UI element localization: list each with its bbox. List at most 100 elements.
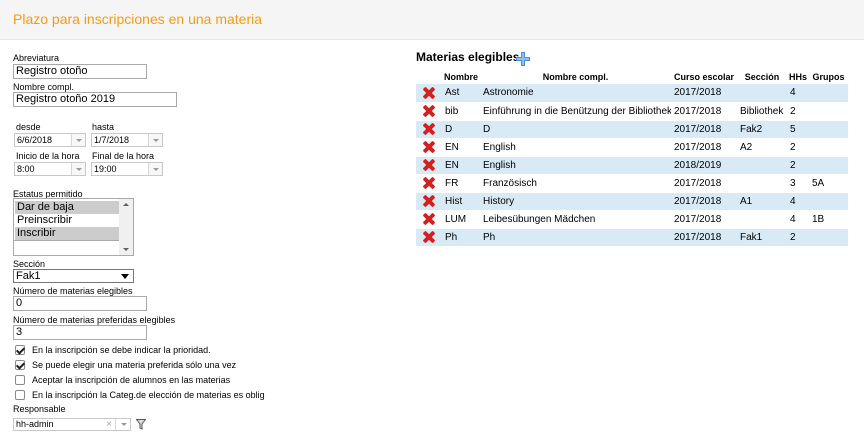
cell-nombre: Ast xyxy=(442,84,480,103)
chevron-down-icon[interactable] xyxy=(148,134,162,146)
filter-icon[interactable] xyxy=(136,419,146,430)
delete-cell[interactable] xyxy=(416,102,442,121)
abreviatura-label: Abreviatura xyxy=(13,53,60,63)
estatus-option-inscribir[interactable]: Inscribir xyxy=(15,227,119,240)
listbox-scrollbar[interactable] xyxy=(119,199,133,255)
column-header-hhs[interactable]: HHs xyxy=(787,70,809,84)
cell-grupos: 5A xyxy=(809,174,848,193)
delete-x-icon[interactable] xyxy=(423,141,435,153)
cell-hhs: 4 xyxy=(787,210,809,229)
cell-hhs: 2 xyxy=(787,156,809,175)
delete-cell[interactable] xyxy=(416,156,442,175)
table-row[interactable]: D D 2017/2018 Fak2 5 xyxy=(416,120,848,139)
estatus-option-preinscribir[interactable]: Preinscribir xyxy=(15,214,119,227)
column-header-nombre[interactable]: Nombre xyxy=(442,70,480,84)
final-label: Final de la hora xyxy=(92,151,155,161)
chevron-down-icon[interactable] xyxy=(71,163,85,175)
estatus-listbox[interactable]: Dar de baja Preinscribir Inscribir xyxy=(13,198,134,256)
table-row[interactable]: Ast Astronomie 2017/2018 4 xyxy=(416,84,848,103)
plus-icon[interactable] xyxy=(516,52,530,66)
delete-cell[interactable] xyxy=(416,84,442,103)
chevron-down-icon[interactable] xyxy=(121,423,127,426)
delete-x-icon[interactable] xyxy=(423,87,435,99)
num-preferidas-input[interactable]: 3 xyxy=(13,325,147,340)
header-bar: Plazo para inscripciones en una materia xyxy=(0,0,864,40)
delete-x-icon[interactable] xyxy=(423,195,435,207)
scroll-up-icon[interactable] xyxy=(123,203,129,206)
delete-x-icon[interactable] xyxy=(423,231,435,243)
chevron-down-icon[interactable] xyxy=(71,134,85,146)
final-time-picker[interactable]: 19:00 xyxy=(91,162,163,176)
num-preferidas-label: Número de materias preferidas elegibles xyxy=(13,315,176,325)
cell-curso: 2017/2018 xyxy=(671,192,737,211)
seccion-label: Sección xyxy=(13,259,46,269)
cell-hhs: 4 xyxy=(787,84,809,103)
desde-label: desde xyxy=(16,122,41,132)
delete-x-icon[interactable] xyxy=(423,177,435,189)
cell-nombre-compl: English xyxy=(480,156,671,175)
table-row[interactable]: EN English 2018/2019 2 xyxy=(416,156,848,175)
inicio-time-picker[interactable]: 8:00 xyxy=(14,162,86,176)
cell-nombre-compl: Französisch xyxy=(480,174,671,193)
cell-grupos xyxy=(809,102,848,121)
table-row[interactable]: Ph Ph 2017/2018 Fak1 2 xyxy=(416,228,848,247)
delete-cell[interactable] xyxy=(416,138,442,157)
cell-nombre-compl: History xyxy=(480,192,671,211)
delete-x-icon[interactable] xyxy=(423,213,435,225)
estatus-option-dar-de-baja[interactable]: Dar de baja xyxy=(15,201,119,214)
table-row[interactable]: LUM Leibesübungen Mädchen 2017/2018 4 1B xyxy=(416,210,848,229)
cell-curso: 2017/2018 xyxy=(671,102,737,121)
scroll-down-icon[interactable] xyxy=(123,248,129,251)
inicio-label: Inicio de la hora xyxy=(16,151,80,161)
cell-seccion xyxy=(737,84,787,103)
aceptar-inscripcion-checkbox[interactable] xyxy=(15,375,25,385)
column-header-seccion[interactable]: Sección xyxy=(737,70,787,84)
cell-grupos xyxy=(809,120,848,139)
chevron-down-icon[interactable] xyxy=(148,163,162,175)
clear-icon[interactable]: × xyxy=(106,419,112,430)
seccion-select[interactable]: Fak1 xyxy=(13,269,134,283)
final-value: 19:00 xyxy=(94,164,117,174)
cell-curso: 2017/2018 xyxy=(671,138,737,157)
column-header-curso-escolar[interactable]: Curso escolar xyxy=(671,70,737,84)
abreviatura-input[interactable]: Registro otoño xyxy=(13,64,147,79)
table-row[interactable]: Hist History 2017/2018 A1 4 xyxy=(416,192,848,211)
cell-seccion: Fak1 xyxy=(737,228,787,247)
delete-cell[interactable] xyxy=(416,192,442,211)
cell-curso: 2017/2018 xyxy=(671,120,737,139)
responsable-combo[interactable]: hh-admin × xyxy=(13,418,131,431)
listbox-divider xyxy=(14,240,120,241)
table-row[interactable]: EN English 2017/2018 A2 2 xyxy=(416,138,848,157)
page-title: Plazo para inscripciones en una materia xyxy=(13,11,263,27)
delete-x-icon[interactable] xyxy=(423,105,435,117)
delete-x-icon[interactable] xyxy=(423,159,435,171)
table-row[interactable]: FR Französisch 2017/2018 3 5A xyxy=(416,174,848,193)
delete-x-icon[interactable] xyxy=(423,123,435,135)
desde-value: 6/6/2018 xyxy=(17,135,53,145)
hasta-date-picker[interactable]: 1/7/2018 xyxy=(91,133,163,147)
delete-cell[interactable] xyxy=(416,228,442,247)
num-materias-input[interactable]: 0 xyxy=(13,296,147,311)
column-header-nombre-compl[interactable]: Nombre compl. xyxy=(480,70,671,84)
cell-nombre-compl: Astronomie xyxy=(480,84,671,103)
num-materias-label: Número de materias elegibles xyxy=(13,286,133,296)
hasta-value: 1/7/2018 xyxy=(94,135,130,145)
categ-obligatoria-checkbox-label: En la inscripción la Categ.de elección d… xyxy=(32,390,265,400)
delete-cell[interactable] xyxy=(416,174,442,193)
table-row[interactable]: bib Einführung in die Benützung der Bibl… xyxy=(416,102,848,121)
cell-grupos xyxy=(809,192,848,211)
prioridad-checkbox[interactable] xyxy=(15,345,25,355)
nombre-input[interactable]: Registro otoño 2019 xyxy=(13,92,177,107)
column-header-grupos[interactable]: Grupos xyxy=(809,70,848,84)
cell-grupos xyxy=(809,84,848,103)
cell-grupos xyxy=(809,156,848,175)
categ-obligatoria-checkbox[interactable] xyxy=(15,390,25,400)
desde-date-picker[interactable]: 6/6/2018 xyxy=(14,133,86,147)
delete-cell[interactable] xyxy=(416,210,442,229)
materias-table: Nombre Nombre compl. Curso escolar Secci… xyxy=(416,70,848,247)
hasta-label: hasta xyxy=(92,122,115,132)
preferida-una-vez-checkbox[interactable] xyxy=(15,360,25,370)
delete-cell[interactable] xyxy=(416,120,442,139)
cell-hhs: 2 xyxy=(787,138,809,157)
cell-nombre: LUM xyxy=(442,210,480,229)
